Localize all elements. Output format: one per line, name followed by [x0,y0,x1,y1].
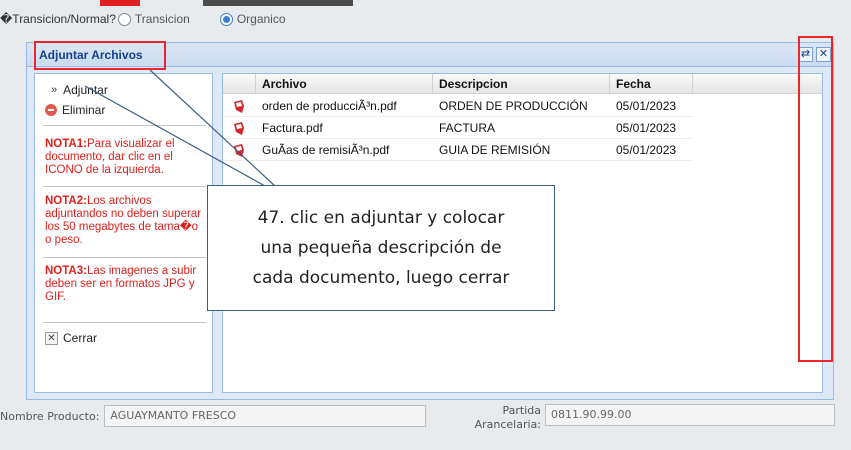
callout-line: una pequeña descripción de [260,238,502,258]
instruction-callout: 47. clic en adjuntar y colocar una peque… [207,185,555,311]
callout-text: 47. clic en adjuntar y colocar una peque… [208,203,554,293]
callout-line: 47. clic en adjuntar y colocar [257,208,505,228]
leader-line [84,85,350,187]
leader-line [149,69,276,187]
callout-line: cada documento, luego cerrar [252,268,510,288]
